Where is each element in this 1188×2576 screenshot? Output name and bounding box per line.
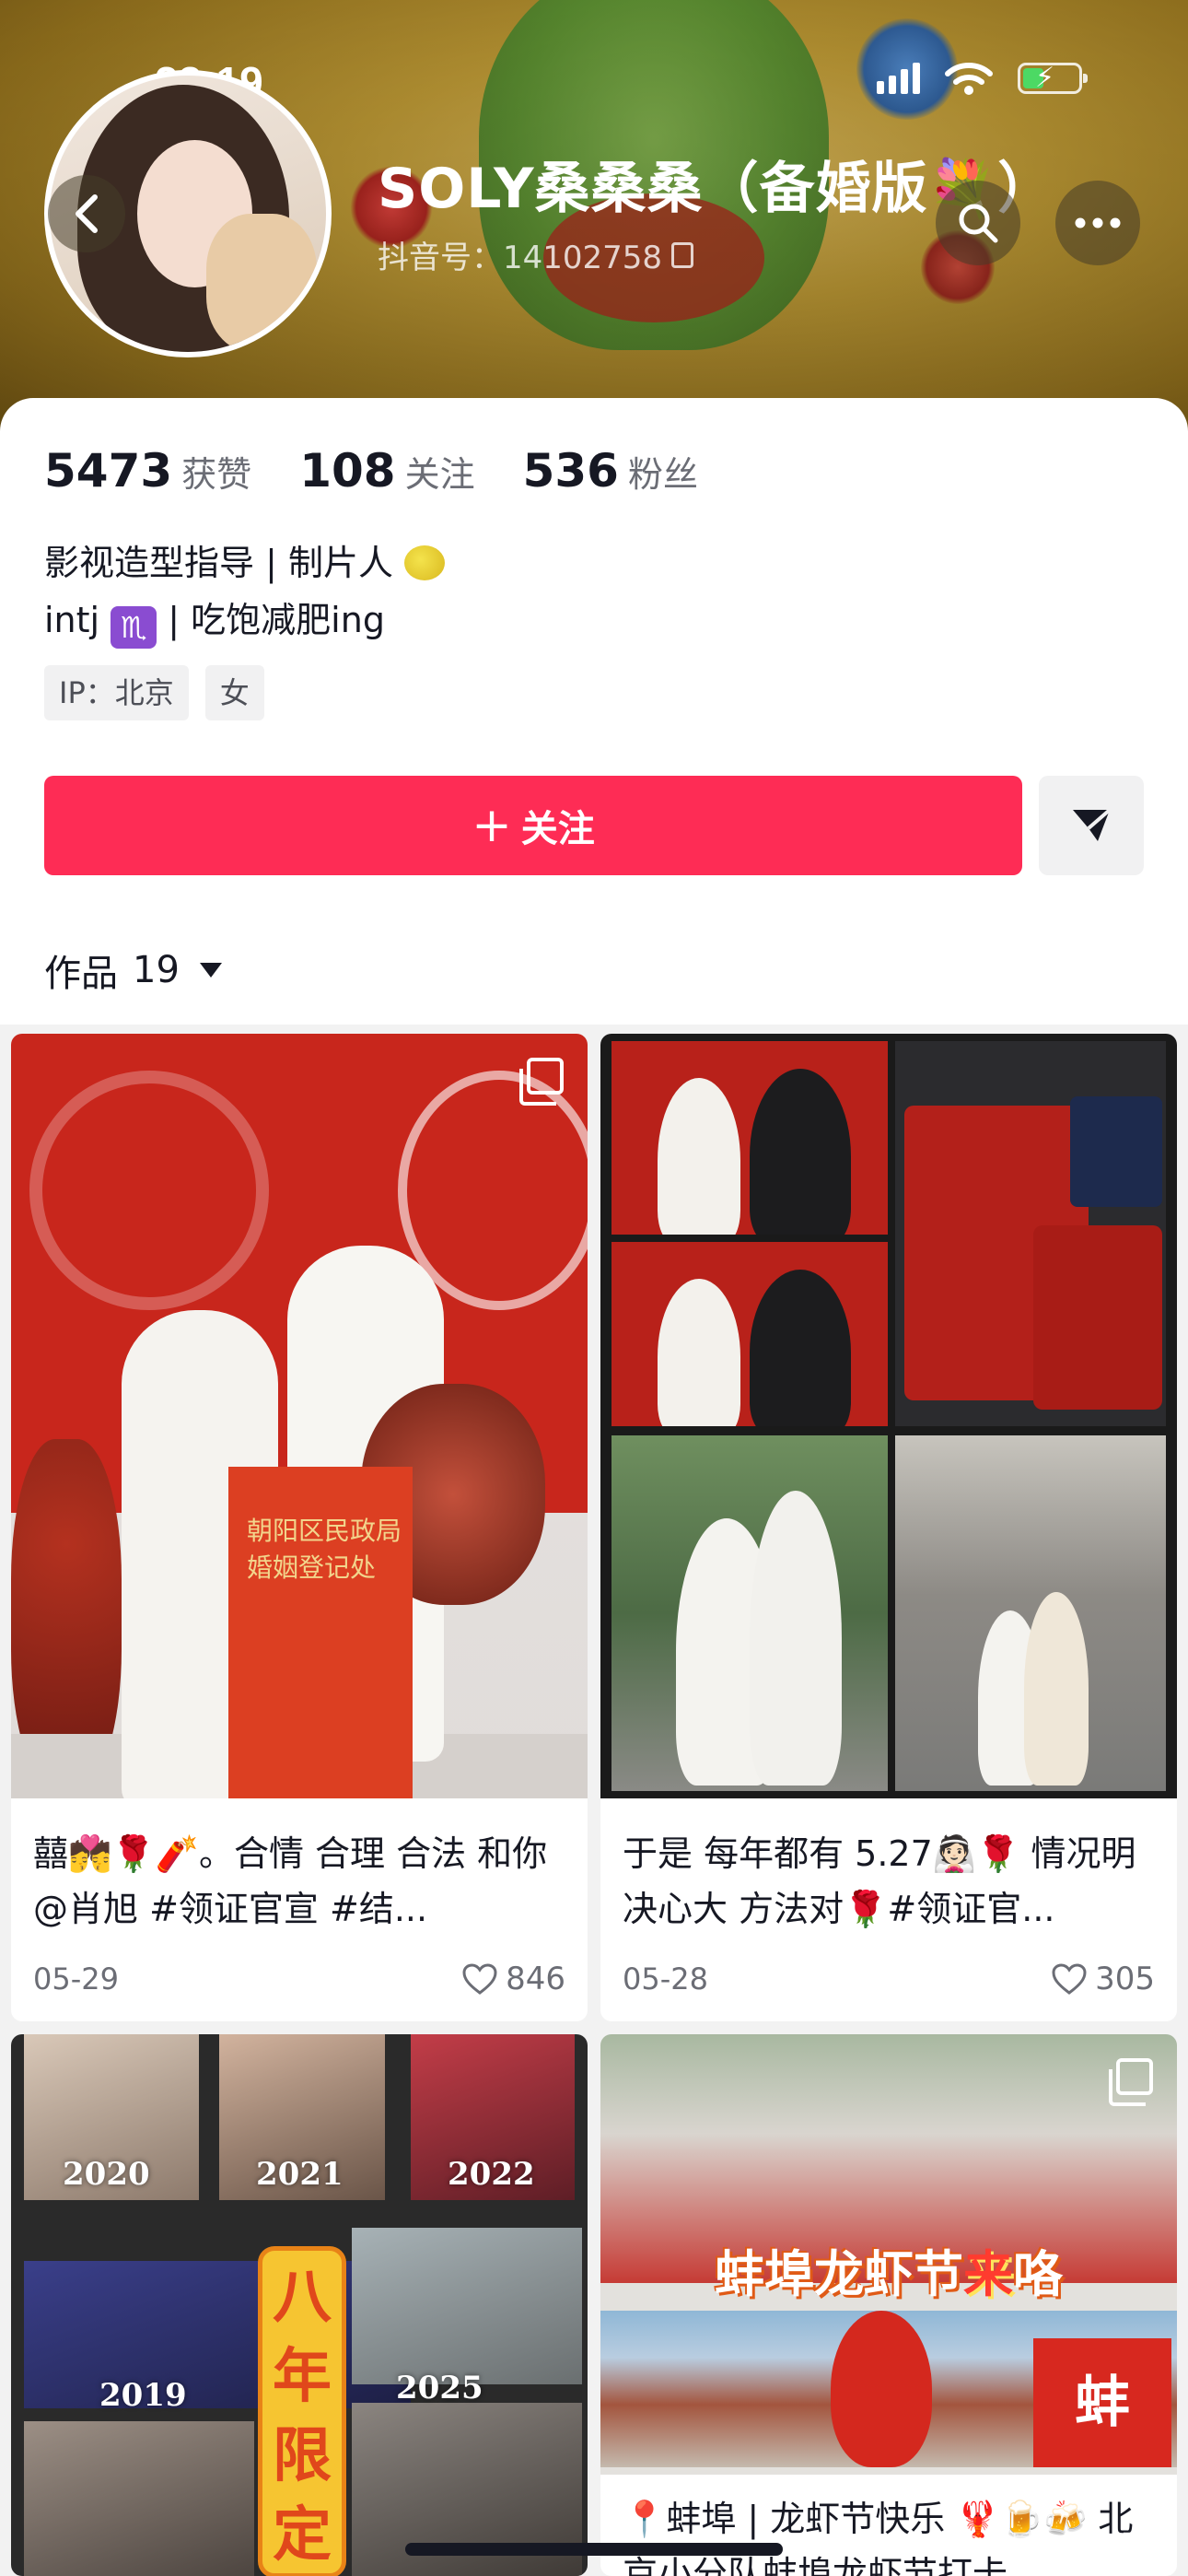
crawfish-festival-headline: 蚌埠龙虾节来咯 <box>600 2233 1177 2303</box>
registry-podium: 朝阳区民政局 婚姻登记处 <box>228 1467 413 1798</box>
share-button[interactable] <box>1039 776 1144 875</box>
gallery-icon <box>519 1058 564 1106</box>
post-card[interactable]: 于是 每年都有 5.27👰🏻🌹 情况明 决心大 方法对🌹#领证官... 05-2… <box>600 1034 1177 2021</box>
signal-icon <box>877 63 920 94</box>
post-card[interactable]: 朝阳区民政局 婚姻登记处 囍💏🌹🧨。合情 合理 合法 和你 @肖旭 #领证官宣 … <box>11 1034 588 2021</box>
profile-stats: 5473 获赞 108 关注 536 粉丝 <box>44 444 698 498</box>
lemon-icon <box>404 545 446 580</box>
follow-label: 关注 <box>520 808 595 850</box>
stat-label: 获赞 <box>181 454 252 495</box>
scorpio-icon: ♏ <box>111 606 157 649</box>
bengbu-sign: 蚌 <box>1033 2338 1171 2467</box>
bio-line-2: intj ♏ | 吃饱减肥ing <box>44 591 445 649</box>
works-count: 19 <box>133 949 180 991</box>
stat-label: 粉丝 <box>627 454 698 495</box>
plus-icon: + <box>472 798 512 853</box>
post-likes[interactable]: 846 <box>461 1961 565 1997</box>
bio-text: | 吃饱减肥ing <box>168 600 385 640</box>
bio-line-1: 影视造型指导 | 制片人 <box>44 534 446 591</box>
crawfish-statue <box>831 2311 932 2467</box>
post-likes[interactable]: 305 <box>1051 1961 1155 1997</box>
stat-number: 5473 <box>44 444 173 498</box>
post-cover[interactable]: 蚌埠龙虾节来咯 蚌 <box>600 2034 1177 2475</box>
stat-likes[interactable]: 5473 获赞 <box>44 444 251 498</box>
stat-following[interactable]: 108 关注 <box>299 444 474 498</box>
year-label: 2020 <box>63 2156 150 2193</box>
back-button[interactable] <box>48 175 125 252</box>
douyin-id[interactable]: 抖音号：14102758 <box>378 232 694 277</box>
heart-icon <box>1052 1963 1087 1995</box>
tab-works[interactable]: 作品 19 <box>44 943 222 997</box>
tag-ip-location: IP：北京 <box>44 665 189 720</box>
back-icon <box>76 194 98 233</box>
more-icon <box>1075 217 1121 228</box>
headline-text: 咯 <box>1013 2245 1063 2303</box>
bio-text: intj <box>44 600 100 640</box>
post-card[interactable]: 蚌埠龙虾节来咯 蚌 📍蚌埠 | 龙虾节快乐 🦞🍺🍻 北京小分队蚌埠龙虾节打卡 <box>600 2034 1177 2576</box>
heart-icon <box>462 1963 497 1995</box>
more-button[interactable] <box>1055 181 1140 265</box>
year-label: 2019 <box>99 2377 187 2414</box>
post-cover[interactable] <box>600 1034 1177 1798</box>
likes-count: 305 <box>1095 1961 1155 1997</box>
stat-followers[interactable]: 536 粉丝 <box>523 444 698 498</box>
stat-number: 536 <box>522 444 619 498</box>
post-meta: 05-28 305 <box>600 1937 1177 2021</box>
year-label: 2022 <box>448 2156 535 2193</box>
wifi-icon <box>945 63 993 95</box>
post-meta: 05-29 846 <box>11 1937 588 2021</box>
battery-icon: ⚡ <box>1018 62 1088 94</box>
profile-card: 5473 获赞 108 关注 536 粉丝 影视造型指导 | 制片人 intj … <box>0 398 1188 1025</box>
gallery-icon <box>1109 2058 1153 2106</box>
tag-gender: 女 <box>204 665 264 720</box>
share-icon <box>1073 808 1112 841</box>
likes-count: 846 <box>506 1961 565 1997</box>
stat-label: 关注 <box>404 454 475 495</box>
profile-tags: IP：北京 女 <box>44 665 264 720</box>
status-icons: ⚡ <box>877 61 1088 96</box>
eight-years-banner: 八年限定 <box>258 2246 346 2576</box>
watermark: @只是你的安妮 <box>958 2529 1139 2559</box>
copy-icon[interactable] <box>671 241 694 268</box>
follow-button[interactable]: + 关注 <box>44 776 1022 875</box>
headline-text: 来 <box>963 2245 1013 2303</box>
stat-number: 108 <box>299 444 396 498</box>
post-cover[interactable]: 2020 2021 2022 2019 2025 八年限定 <box>11 2034 588 2576</box>
search-button[interactable] <box>936 181 1020 265</box>
caret-down-icon <box>199 963 222 978</box>
profile-bio: 影视造型指导 | 制片人 intj ♏ | 吃饱减肥ing <box>44 534 446 649</box>
year-label: 2025 <box>396 2370 483 2406</box>
headline-text: 蚌埠龙虾节 <box>715 2245 963 2303</box>
works-label: 作品 <box>44 953 118 995</box>
douyin-id-text: 抖音号：14102758 <box>378 240 663 276</box>
post-cover[interactable]: 朝阳区民政局 婚姻登记处 <box>11 1034 588 1798</box>
post-card[interactable]: 2020 2021 2022 2019 2025 八年限定 <box>11 2034 588 2576</box>
home-indicator[interactable] <box>405 2543 783 2556</box>
year-label: 2021 <box>256 2156 344 2193</box>
search-icon <box>959 204 998 243</box>
bio-text: 影视造型指导 | 制片人 <box>44 543 393 583</box>
post-date: 05-29 <box>33 1961 119 1996</box>
podium-text: 朝阳区民政局 婚姻登记处 <box>247 1516 402 1583</box>
post-date: 05-28 <box>623 1961 708 1996</box>
post-caption: 于是 每年都有 5.27👰🏻🌹 情况明 决心大 方法对🌹#领证官... <box>623 1833 1136 1929</box>
post-caption: 囍💏🌹🧨。合情 合理 合法 和你 @肖旭 #领证官宣 #结... <box>33 1833 548 1929</box>
